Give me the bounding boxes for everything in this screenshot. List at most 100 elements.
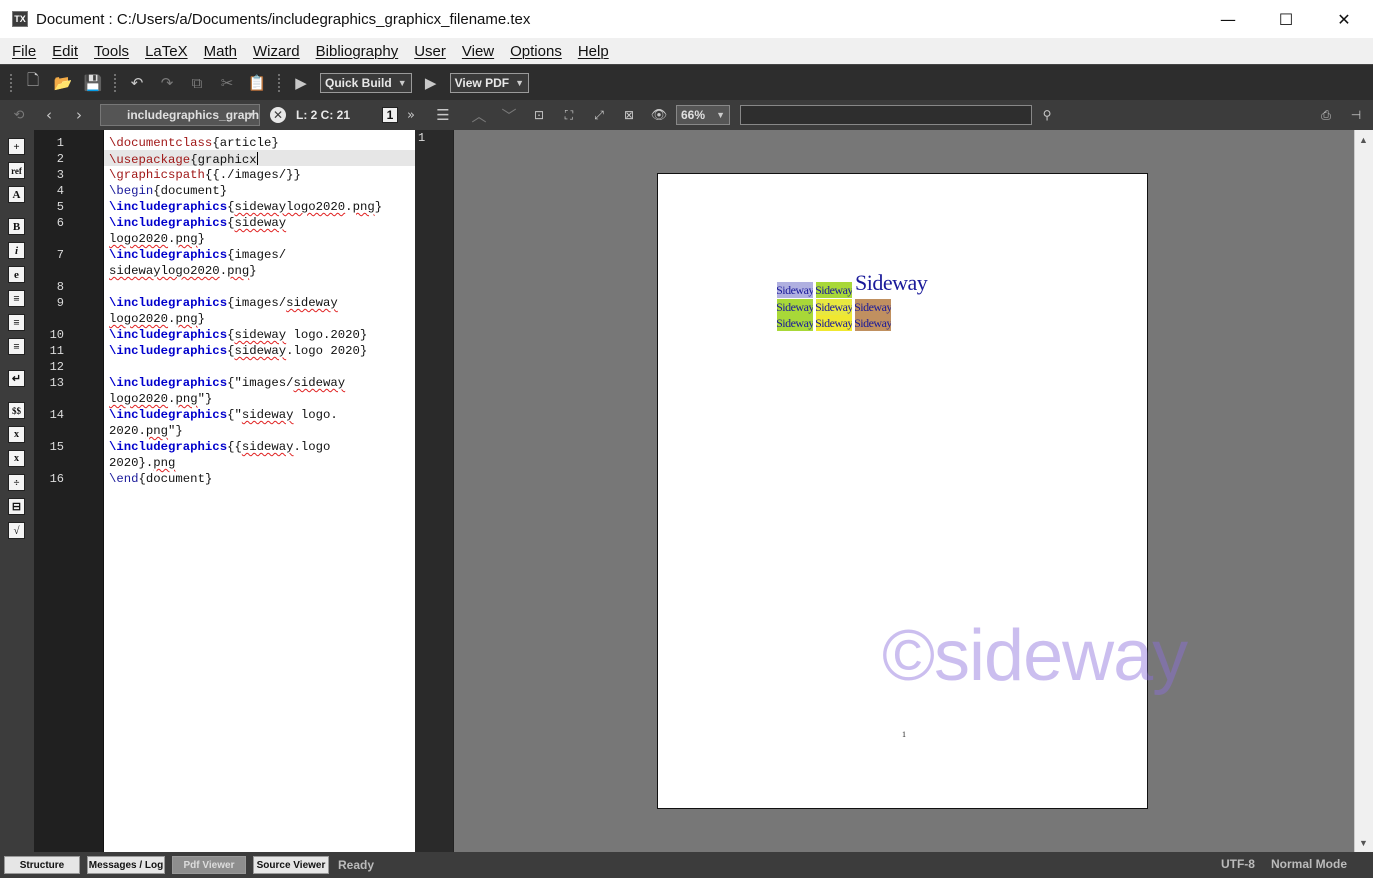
scroll-down-icon[interactable]: ▼ [1359, 838, 1368, 848]
emphasis-icon[interactable]: e [8, 266, 25, 283]
bold-icon[interactable]: B [8, 218, 25, 235]
insert-icon[interactable]: + [8, 138, 25, 155]
code-line[interactable]: \includegraphics{{sideway.logo [109, 440, 330, 454]
toolbar-grip[interactable] [277, 72, 281, 93]
code-line[interactable]: \graphicspath{{./images/}} [109, 168, 301, 182]
code-line[interactable]: \includegraphics{sidewaylogo2020.png} [109, 200, 382, 214]
fit-page-icon[interactable]: ⛶ [558, 104, 580, 126]
build-arrow-icon[interactable]: ▶ [290, 72, 312, 94]
fit-icon[interactable]: ⊡ [528, 104, 550, 126]
code-line-wrap[interactable]: sidewaylogo2020.png} [109, 264, 257, 278]
editor-pdf-splitter[interactable] [415, 130, 453, 852]
messages-log-tab-button[interactable]: Messages / Log [87, 856, 165, 874]
redo-icon[interactable]: ↷ [156, 72, 178, 94]
double-chevron-icon[interactable]: » [400, 104, 422, 126]
view-arrow-icon[interactable]: ▶ [420, 72, 442, 94]
code-line[interactable]: \begin{document} [109, 184, 227, 198]
align-center-icon[interactable]: ≡ [8, 314, 25, 331]
pdf-viewer[interactable]: Sideway Sideway Sideway Sideway Sideway … [453, 130, 1354, 852]
new-file-icon[interactable]: 🗋 [22, 71, 44, 94]
misspelled-word: png [145, 424, 169, 438]
scroll-up-icon[interactable]: ▲ [1359, 135, 1368, 145]
editor-mode-indicator[interactable]: Normal Mode [1271, 857, 1347, 871]
dfrac-icon[interactable]: ⊟ [8, 498, 25, 515]
code-line[interactable]: \includegraphics{"sideway logo. [109, 408, 338, 422]
chevron-down-icon: ▼ [397, 77, 407, 88]
code-line[interactable]: \includegraphics{images/sideway [109, 296, 338, 310]
close-window-button[interactable]: ✕ [1315, 0, 1373, 38]
minimize-button[interactable]: — [1199, 0, 1257, 38]
code-line-wrap[interactable]: logo2020.png"} [109, 392, 212, 406]
quick-build-combo[interactable]: Quick Build ▼ [320, 72, 412, 93]
pdf-search-input[interactable] [740, 105, 1032, 125]
search-icon[interactable]: ⚲ [1036, 104, 1058, 126]
code-line[interactable]: \includegraphics{sideway [109, 216, 286, 230]
menu-user[interactable]: User [406, 43, 454, 60]
code-editor[interactable]: \documentclass{article} \usepackage{grap… [104, 130, 415, 852]
sqrt-icon[interactable]: √ [8, 522, 25, 539]
code-line[interactable]: \documentclass{article} [109, 136, 279, 150]
newline-icon[interactable]: ↵ [8, 370, 25, 387]
menu-file[interactable]: File [4, 43, 44, 60]
toolbar-grip[interactable] [113, 72, 117, 93]
print-icon[interactable]: ⎙ [1315, 104, 1337, 126]
page-up-icon[interactable]: ︿ [468, 104, 490, 126]
align-right-icon[interactable]: ≡ [8, 338, 25, 355]
code-line-wrap[interactable]: logo2020.png} [109, 312, 205, 326]
menu-wizard[interactable]: Wizard [245, 43, 308, 60]
forward-icon[interactable]: › [68, 104, 90, 126]
menu-latex[interactable]: LaTeX [137, 43, 196, 60]
code-line[interactable]: \includegraphics{"images/sideway [109, 376, 345, 390]
code-line[interactable]: \includegraphics{sideway logo.2020} [109, 328, 367, 342]
close-document-icon[interactable]: ✕ [270, 107, 286, 123]
align-left-icon[interactable]: ≡ [8, 290, 25, 307]
menu-bibliography[interactable]: Bibliography [308, 43, 407, 60]
open-folder-icon[interactable]: 📂 [52, 72, 74, 94]
menu-help[interactable]: Help [570, 43, 617, 60]
menu-tools[interactable]: Tools [86, 43, 137, 60]
menu-options[interactable]: Options [502, 43, 570, 60]
encoding-indicator[interactable]: UTF-8 [1221, 857, 1255, 871]
code-line-wrap[interactable]: 2020.png"} [109, 424, 183, 438]
menu-math[interactable]: Math [196, 43, 245, 60]
pin-icon[interactable]: ⊣ [1345, 104, 1367, 126]
pdf-viewer-tab-button[interactable]: Pdf Viewer [172, 856, 246, 874]
menu-edit[interactable]: Edit [44, 43, 86, 60]
code-line-wrap[interactable]: logo2020.png} [109, 232, 205, 246]
copy-icon[interactable]: ⧉ [186, 72, 208, 94]
code-line[interactable]: \usepackage{graphicx [109, 152, 258, 167]
undo-icon[interactable]: ↶ [126, 72, 148, 94]
page-down-icon[interactable]: ﹀ [498, 104, 520, 126]
ref-icon[interactable]: ref [8, 162, 25, 179]
font-size-icon[interactable]: A [8, 186, 25, 203]
fraction-icon[interactable]: ÷ [8, 474, 25, 491]
cut-icon[interactable]: ✂ [216, 72, 238, 94]
fit-width-icon[interactable]: ⤢ [588, 104, 610, 126]
subscript-icon[interactable]: x [8, 426, 25, 443]
toolbar-grip[interactable] [9, 72, 13, 93]
italic-icon[interactable]: i [8, 242, 25, 259]
pdf-vertical-scrollbar[interactable]: ▲ ▼ [1354, 130, 1373, 852]
document-tab-combo[interactable]: includegraphics_graphicx_filename.tex▼ [100, 104, 260, 126]
save-icon[interactable]: 💾 [82, 72, 104, 94]
list-icon[interactable]: ☰ [432, 104, 454, 126]
math-mode-icon[interactable]: $$ [8, 402, 25, 419]
misspelled-word: png [153, 456, 176, 470]
eye-icon[interactable]: 👁 [648, 104, 670, 126]
code-line[interactable]: \includegraphics{images/ [109, 248, 286, 262]
zoom-combo[interactable]: 66% ▼ [676, 105, 730, 125]
code-line-wrap[interactable]: 2020}.png [109, 456, 175, 470]
menu-view[interactable]: View [454, 43, 502, 60]
zoom-box-icon[interactable]: ⊠ [618, 104, 640, 126]
source-viewer-tab-button[interactable]: Source Viewer [253, 856, 329, 874]
back-icon[interactable]: ‹ [38, 104, 60, 126]
superscript-icon[interactable]: x [8, 450, 25, 467]
code-line[interactable]: \end{document} [109, 472, 212, 486]
view-pdf-combo[interactable]: View PDF ▼ [449, 72, 529, 93]
paste-icon[interactable]: 📋 [246, 72, 268, 94]
maximize-button[interactable]: ☐ [1257, 0, 1315, 38]
code-line[interactable]: \includegraphics{sideway.logo 2020} [109, 344, 367, 358]
sync-icon[interactable]: ⟲ [8, 104, 30, 126]
page-number-box[interactable]: 1 [382, 107, 398, 123]
structure-tab-button[interactable]: Structure [4, 856, 80, 874]
